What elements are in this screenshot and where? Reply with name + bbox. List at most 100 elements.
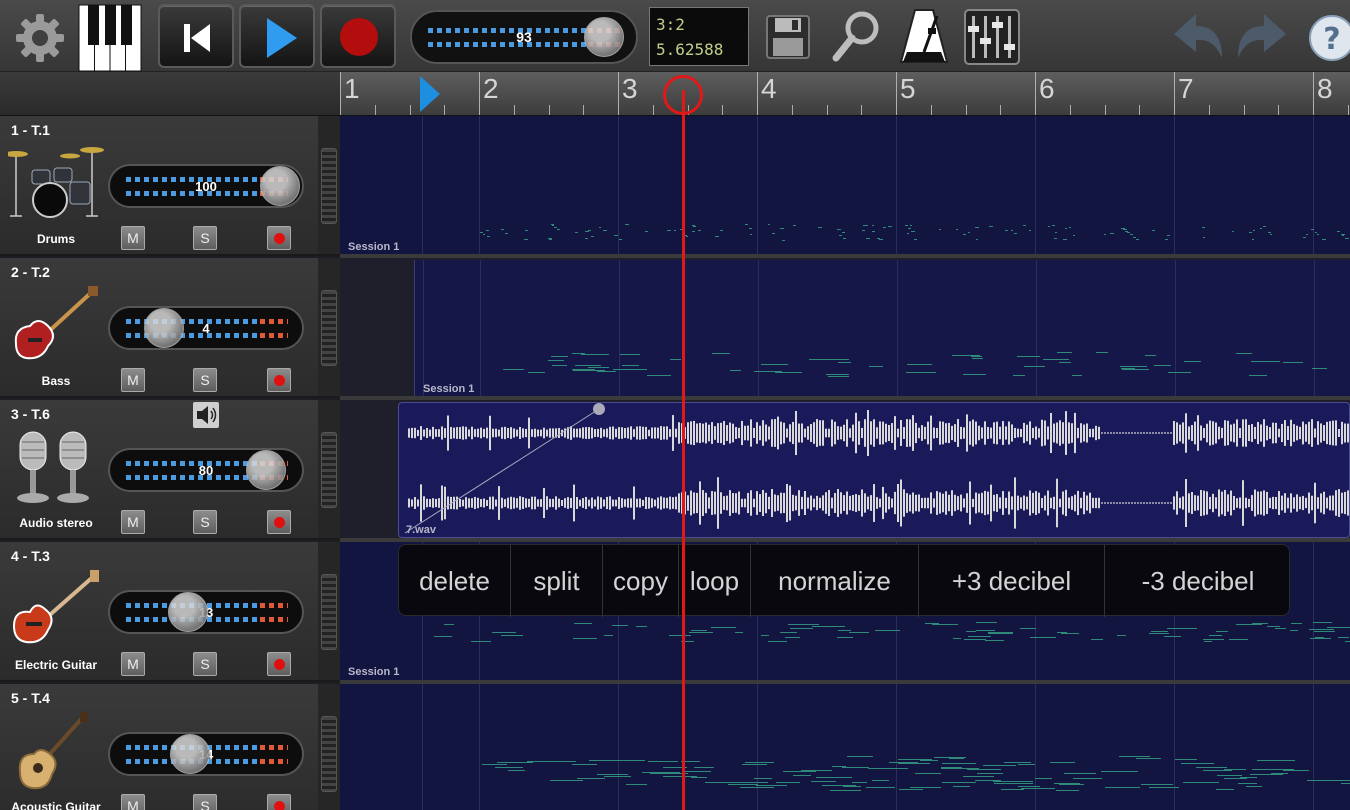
tempo-slider[interactable]: 93	[410, 10, 638, 64]
piano-icon[interactable]	[78, 4, 142, 72]
record-dot-icon	[274, 375, 285, 386]
mixer-icon[interactable]	[962, 4, 1024, 68]
track-lane[interactable]	[340, 684, 1350, 810]
track-lane[interactable]: Session 1	[340, 258, 1350, 400]
track-lane[interactable]: 7.wav	[340, 400, 1350, 542]
volume-slider[interactable]: 13	[108, 590, 304, 634]
instrument-name: Acoustic Guitar	[11, 800, 101, 810]
solo-button[interactable]: S	[193, 226, 217, 250]
playhead-handle[interactable]	[663, 75, 703, 115]
toolbar: 93 3:2 5.62588 ?	[0, 0, 1350, 72]
floppy-icon[interactable]	[758, 4, 820, 68]
help-icon[interactable]: ?	[1304, 4, 1350, 68]
loop-start-marker[interactable]	[420, 76, 440, 112]
bar-label: 8	[1317, 73, 1333, 104]
audio-clip[interactable]	[398, 402, 1350, 538]
record-dot-icon	[274, 517, 285, 528]
record-dot-icon	[274, 659, 285, 670]
instrument-name: Bass	[41, 374, 71, 388]
menu-item-delete[interactable]: delete	[399, 545, 511, 617]
electric-guitar-icon	[8, 570, 104, 648]
volume-knob[interactable]	[246, 450, 286, 490]
clip-label: Session 1	[423, 383, 475, 395]
midi-clip[interactable]	[340, 684, 1350, 810]
mute-button[interactable]: M	[121, 226, 145, 250]
menu-item-loop[interactable]: loop	[679, 545, 751, 617]
midi-clip[interactable]	[340, 116, 1350, 254]
skip-back-icon[interactable]	[158, 4, 234, 68]
position-bar-beat: 3:2	[656, 15, 685, 34]
menu-item-plus-3db[interactable]: +3 decibel	[919, 545, 1105, 617]
bar-label: 2	[483, 73, 499, 104]
microphone-icon	[8, 428, 104, 506]
waveform	[404, 403, 1349, 534]
acoustic-guitar-icon	[8, 712, 104, 790]
track-id: 1 - T.1	[11, 122, 50, 138]
track-header[interactable]: 5 - T.4 Acoustic Guitar 14 M S	[0, 684, 318, 810]
record-arm-button[interactable]	[267, 510, 291, 534]
play-icon[interactable]	[239, 4, 315, 68]
track-grip[interactable]	[318, 542, 340, 682]
track-id: 2 - T.2	[11, 264, 50, 280]
solo-button[interactable]: S	[193, 794, 217, 810]
volume-knob[interactable]	[260, 166, 300, 206]
menu-item-minus-3db[interactable]: -3 decibel	[1105, 545, 1291, 617]
redo-icon[interactable]	[1232, 4, 1294, 68]
track-header[interactable]: 1 - T.1 Drums 100 M S	[0, 116, 318, 256]
playhead[interactable]	[682, 90, 685, 810]
record-icon[interactable]	[320, 4, 396, 68]
bar-label: 3	[622, 73, 638, 104]
bar-label: 6	[1039, 73, 1055, 104]
undo-icon[interactable]	[1166, 4, 1228, 68]
solo-button[interactable]: S	[193, 510, 217, 534]
drums-icon	[4, 144, 104, 222]
menu-item-normalize[interactable]: normalize	[751, 545, 919, 617]
mute-button[interactable]: M	[121, 794, 145, 810]
record-arm-button[interactable]	[267, 652, 291, 676]
timeline-ruler[interactable]: 1 2 3 4 5 6 7 8	[340, 72, 1350, 116]
metronome-icon[interactable]	[893, 4, 955, 68]
clip-context-menu: delete split copy loop normalize +3 deci…	[398, 544, 1291, 617]
record-arm-button[interactable]	[267, 226, 291, 250]
volume-knob[interactable]	[168, 592, 208, 632]
mute-button[interactable]: M	[121, 652, 145, 676]
solo-button[interactable]: S	[193, 368, 217, 392]
mute-button[interactable]: M	[121, 510, 145, 534]
track-grip[interactable]	[318, 684, 340, 810]
record-dot-icon	[274, 233, 285, 244]
speaker-icon[interactable]	[193, 402, 219, 428]
fade-handle[interactable]	[593, 403, 605, 415]
track-header[interactable]: 3 - T.6 Audio stereo 80 M S	[0, 400, 318, 540]
track-grip[interactable]	[318, 116, 340, 256]
mute-button[interactable]: M	[121, 368, 145, 392]
volume-slider[interactable]: 4	[108, 306, 304, 350]
clip-label: Session 1	[348, 666, 400, 678]
tempo-knob[interactable]	[584, 17, 624, 57]
instrument-name: Electric Guitar	[14, 658, 98, 672]
track-id: 5 - T.4	[11, 690, 50, 706]
record-dot-icon	[274, 801, 285, 810]
bar-label: 5	[900, 73, 916, 104]
volume-slider[interactable]: 100	[108, 164, 304, 208]
track-grip[interactable]	[318, 258, 340, 398]
clip-label: 7.wav	[406, 524, 436, 536]
record-arm-button[interactable]	[267, 368, 291, 392]
menu-item-copy[interactable]: copy	[603, 545, 679, 617]
magnifier-icon[interactable]	[826, 4, 888, 68]
position-display: 3:2 5.62588	[649, 7, 749, 66]
solo-button[interactable]: S	[193, 652, 217, 676]
track-grip[interactable]	[318, 400, 340, 540]
menu-item-split[interactable]: split	[511, 545, 603, 617]
track-header[interactable]: 2 - T.2 Bass 4 M S	[0, 258, 318, 398]
volume-knob[interactable]	[170, 734, 210, 774]
bass-guitar-icon	[8, 286, 104, 364]
clip-label: Session 1	[348, 241, 400, 253]
track-header[interactable]: 4 - T.3 Electric Guitar 13 M S	[0, 542, 318, 682]
volume-slider[interactable]: 80	[108, 448, 304, 492]
gear-icon[interactable]	[12, 10, 68, 66]
volume-knob[interactable]	[144, 308, 184, 348]
track-lane[interactable]: Session 1	[340, 116, 1350, 258]
midi-clip[interactable]	[414, 260, 1350, 400]
record-arm-button[interactable]	[267, 794, 291, 810]
volume-slider[interactable]: 14	[108, 732, 304, 776]
